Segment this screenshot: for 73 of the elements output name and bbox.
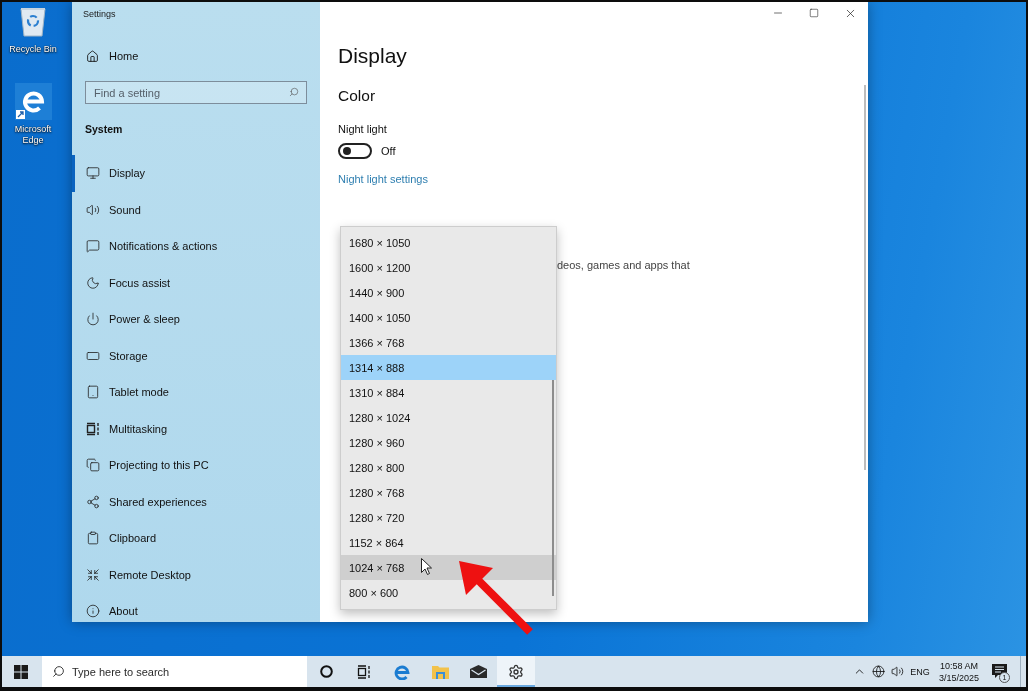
home-link[interactable]: Home [72, 44, 139, 68]
dropdown-option[interactable]: 1314 × 888 [341, 355, 556, 380]
section-heading: System [85, 122, 123, 137]
sidebar-item[interactable]: Tablet mode [72, 374, 320, 411]
sidebar-item[interactable]: Shared experiences [72, 483, 320, 520]
sidebar-item[interactable]: Power & sleep [72, 301, 320, 338]
dropdown-option[interactable]: 1152 × 864 [341, 530, 556, 555]
gear-icon [508, 663, 524, 680]
dropdown-option[interactable]: 1400 × 1050 [341, 305, 556, 330]
dropdown-option[interactable]: 1280 × 800 [341, 455, 556, 480]
page-title: Display [338, 43, 407, 69]
tablet-icon [86, 385, 100, 400]
scrollbar[interactable] [552, 380, 554, 596]
section-heading: Color [338, 86, 376, 106]
pointer-cursor-icon [421, 558, 432, 575]
dropdown-option[interactable]: 1280 × 1024 [341, 405, 556, 430]
dropdown-option[interactable]: 1280 × 720 [341, 505, 556, 530]
toggle-switch[interactable] [338, 143, 372, 159]
sidebar-item[interactable]: Remote Desktop [72, 556, 320, 593]
search-icon [52, 665, 65, 678]
info-icon [86, 604, 100, 619]
shortcut-label[interactable]: Recycle Bin [9, 44, 57, 55]
sidebar-item[interactable]: Focus assist [72, 264, 320, 301]
clock-button[interactable]: 10:58 AM 3/15/2025 [936, 656, 982, 687]
sidebar-item[interactable]: Clipboard [72, 520, 320, 557]
search-field[interactable]: Find a setting [85, 81, 307, 104]
circle-icon [319, 665, 333, 678]
language-button[interactable]: ENG [908, 656, 932, 687]
moon-icon [86, 275, 100, 290]
settings-link[interactable]: Night light settings [338, 172, 428, 186]
house-icon [86, 49, 99, 63]
toggle-state: Off [381, 145, 396, 157]
maximize-icon [809, 8, 819, 18]
dropdown-option[interactable]: 800 × 600 [341, 580, 556, 605]
dropdown-option[interactable]: 1280 × 960 [341, 430, 556, 455]
dropdown-option[interactable]: 1280 × 768 [341, 480, 556, 505]
share-icon [86, 494, 100, 509]
overlapping-squares-icon [86, 458, 100, 473]
recycle-bin-icon[interactable] [19, 5, 47, 37]
scrollbar[interactable] [864, 85, 866, 470]
dropdown-option[interactable]: 1310 × 884 [341, 380, 556, 405]
edge-logo-icon[interactable] [14, 83, 52, 120]
dropdown-option[interactable]: 1680 × 1050 [341, 230, 556, 255]
window-bars-icon [86, 421, 100, 436]
dropdown-option[interactable]: 1366 × 768 [341, 330, 556, 355]
setting-label: Night light [338, 122, 387, 136]
speaker-icon [890, 665, 904, 678]
speaker-icon [86, 202, 100, 217]
sidebar-item[interactable]: Storage [72, 337, 320, 374]
shrink-arrows-icon [86, 567, 100, 582]
envelope-icon [469, 665, 487, 678]
sidebar-item[interactable]: About [72, 593, 320, 622]
shortcut-label[interactable]: Microsoft Edge [5, 124, 61, 146]
monitor-icon [86, 166, 100, 181]
windows-logo-icon [14, 664, 28, 679]
dropdown-option[interactable]: 1440 × 900 [341, 280, 556, 305]
folder-icon [431, 664, 449, 679]
taskbar-button[interactable] [497, 656, 535, 687]
sidebar-item[interactable]: Projecting to this PC [72, 447, 320, 484]
sidebar-item[interactable]: Notifications & actions [72, 228, 320, 265]
search-icon [289, 87, 299, 97]
window-title: Settings [83, 8, 116, 20]
window-bars-icon [357, 664, 371, 679]
dropdown-option[interactable]: 1600 × 1200 [341, 255, 556, 280]
speech-bubble-icon [86, 239, 100, 254]
sidebar-item[interactable]: Multitasking [72, 410, 320, 447]
description-text: deos, games and apps that [557, 258, 690, 272]
search-field[interactable]: Type here to search [42, 656, 307, 687]
globe-icon [871, 665, 885, 678]
edge-logo-icon [394, 663, 410, 680]
power-icon [86, 312, 100, 327]
sidebar-item[interactable]: Sound [72, 191, 320, 228]
clipboard-icon [86, 531, 100, 546]
